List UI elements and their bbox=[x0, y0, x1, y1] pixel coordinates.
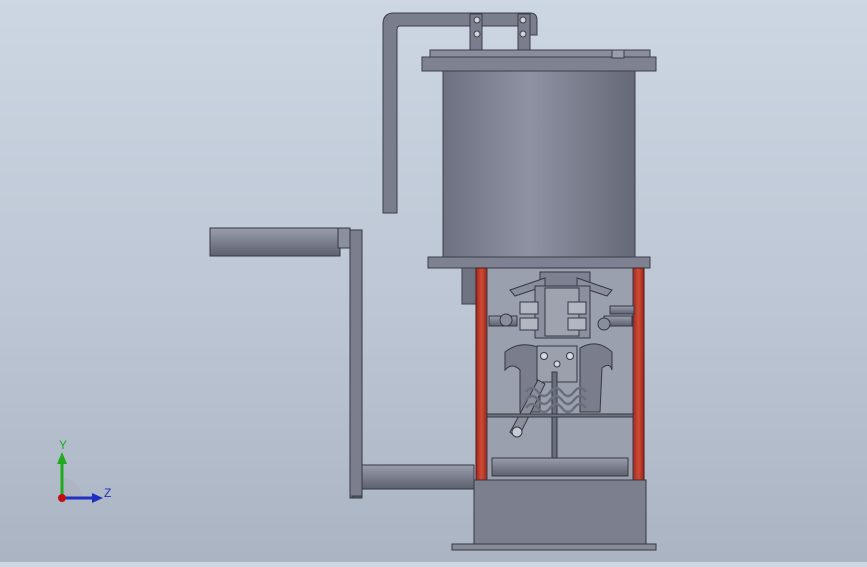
model-view bbox=[0, 0, 867, 562]
x-axis-dot-icon bbox=[58, 494, 66, 502]
main-cylinder bbox=[443, 71, 635, 257]
top-plate bbox=[422, 50, 656, 71]
y-axis-label: Y bbox=[59, 438, 67, 452]
triad-quarter-disc bbox=[62, 478, 82, 498]
axis-triad: Y Z bbox=[40, 438, 120, 518]
bottom-housing bbox=[452, 480, 656, 550]
y-axis-arrow-icon bbox=[57, 452, 67, 464]
inner-mechanism bbox=[487, 268, 634, 480]
z-axis-arrow-icon bbox=[92, 493, 103, 503]
3d-viewport[interactable]: Y Z bbox=[0, 0, 867, 562]
z-axis-label: Z bbox=[104, 486, 111, 500]
